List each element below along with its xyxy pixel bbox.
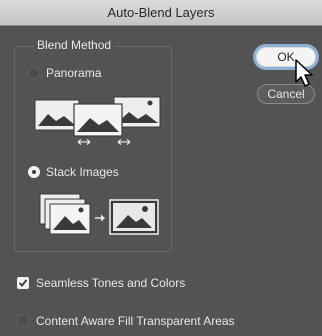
seamless-tones-option[interactable]: Seamless Tones and Colors: [17, 276, 185, 290]
stack-images-label: Stack Images: [46, 165, 119, 179]
stack-images-illustration-icon: [39, 193, 159, 235]
panorama-illustration-icon: [34, 96, 161, 145]
auto-blend-layers-dialog: Auto-Blend Layers Blend Method Panorama …: [0, 0, 322, 336]
panorama-radio[interactable]: [28, 67, 40, 79]
seamless-tones-checkbox[interactable]: [17, 277, 29, 289]
stack-images-radio[interactable]: [28, 166, 40, 178]
content-aware-fill-label: Content Aware Fill Transparent Areas: [36, 314, 235, 328]
dialog-title: Auto-Blend Layers: [107, 5, 215, 20]
stack-images-radio-option[interactable]: Stack Images: [28, 165, 119, 179]
panorama-radio-option[interactable]: Panorama: [28, 66, 101, 80]
seamless-tones-label: Seamless Tones and Colors: [36, 276, 186, 290]
content-aware-fill-checkbox[interactable]: [17, 315, 29, 327]
panorama-label: Panorama: [46, 66, 102, 80]
content-aware-fill-option[interactable]: Content Aware Fill Transparent Areas: [17, 314, 235, 328]
checkmark-icon: [18, 279, 28, 287]
blend-method-legend: Blend Method: [34, 38, 115, 52]
mouse-pointer-icon: [295, 59, 313, 87]
dialog-title-bar[interactable]: Auto-Blend Layers: [0, 0, 322, 26]
